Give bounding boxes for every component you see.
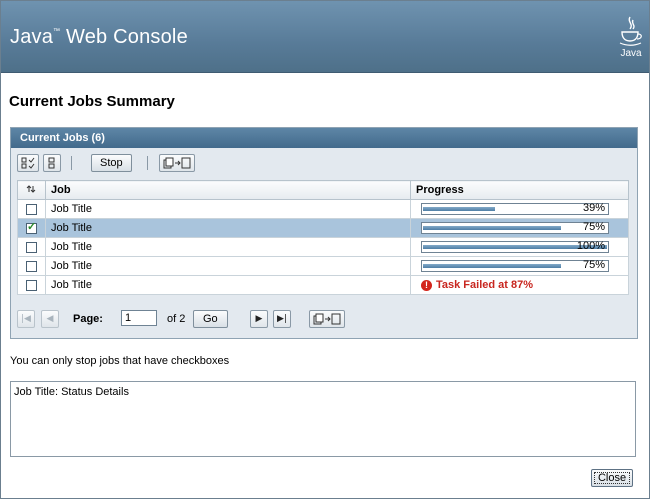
job-title-cell: Job Title (45, 275, 411, 295)
progress-bar: 39% (421, 202, 609, 215)
progress-bar: 100% (421, 240, 609, 253)
row-checkbox[interactable] (26, 203, 37, 215)
jobs-table-panel: Current Jobs (6) Stop Job Progress Job T… (10, 127, 638, 339)
java-logo-text: Java (620, 48, 642, 59)
job-column-header[interactable]: Job (45, 180, 411, 200)
page-number-input[interactable] (121, 310, 157, 326)
trademark: ™ (53, 28, 61, 35)
row-select-cell (17, 237, 46, 257)
progress-bar: 75% (421, 259, 609, 272)
app-name: Java (10, 26, 54, 48)
pagination: |◀ ◀ Page: of 2 Go ▶ ▶| (17, 310, 629, 332)
java-logo-icon: Java (619, 16, 642, 59)
previous-page-button[interactable]: ◀ (41, 310, 59, 328)
progress-column-header[interactable]: Progress (410, 180, 629, 200)
task-failed-status: ! Task Failed at 87% (421, 279, 628, 291)
progress-cell: 100% (410, 237, 629, 257)
row-select-cell (17, 275, 46, 295)
banner: Java™ Web Console Java (1, 1, 649, 73)
table-row[interactable]: Job Title! Task Failed at 87% (17, 275, 629, 295)
page-title: Current Jobs Summary (9, 93, 175, 110)
pagination-toggle-icon (313, 313, 341, 324)
row-select-cell (17, 199, 46, 219)
row-checkbox[interactable] (26, 220, 37, 234)
row-checkbox[interactable] (26, 241, 37, 253)
page-label: Page: (73, 313, 103, 325)
sort-icon (26, 184, 36, 193)
progress-percent: 39% (582, 202, 605, 214)
pagination-toggle-button-bottom[interactable] (309, 310, 345, 328)
app-suffix: Web Console (60, 26, 188, 48)
table-header-row: Job Progress (17, 180, 629, 200)
progress-percent: 100% (576, 240, 605, 252)
action-separator (147, 156, 148, 170)
pagination-toggle-button[interactable] (159, 154, 195, 172)
deselect-all-button[interactable] (43, 154, 61, 172)
job-title-cell: Job Title (45, 237, 411, 257)
stop-button[interactable]: Stop (91, 154, 132, 172)
jobs-table: Job Progress Job Title39%Job Title75%Job… (17, 180, 629, 295)
app-title: Java™ Web Console (10, 26, 188, 49)
go-button[interactable]: Go (193, 310, 228, 328)
row-checkbox[interactable] (26, 260, 37, 272)
close-button[interactable]: Close (591, 469, 633, 487)
error-icon: ! (421, 279, 432, 291)
page-count-label: of 2 (167, 313, 186, 325)
task-failed-text: Task Failed at 87% (436, 279, 534, 291)
stop-jobs-note: You can only stop jobs that have checkbo… (10, 355, 230, 367)
progress-bar: 75% (421, 221, 609, 234)
sort-column-header[interactable] (17, 180, 46, 200)
progress-cell: ! Task Failed at 87% (410, 275, 629, 295)
table-row[interactable]: Job Title 100% (17, 237, 629, 257)
progress-percent: 75% (582, 221, 605, 233)
action-separator (71, 156, 72, 170)
table-row[interactable]: Job Title 75% (17, 256, 629, 276)
progress-percent: 75% (582, 259, 605, 271)
progress-fill (423, 264, 561, 268)
first-page-button[interactable]: |◀ (17, 310, 35, 328)
deselect-all-icon (48, 157, 55, 168)
job-title-cell: Job Title (45, 218, 411, 238)
progress-cell: 75% (410, 256, 629, 276)
table-row[interactable]: Job Title 75% (17, 218, 629, 238)
table-caption: Current Jobs (6) (11, 128, 637, 148)
row-select-cell (17, 218, 46, 238)
jobs-table-body: Job Title39%Job Title75%Job Title100%Job… (17, 199, 629, 295)
progress-fill (423, 226, 561, 230)
status-details-textarea[interactable]: Job Title: Status Details (10, 381, 636, 457)
select-all-icon (21, 157, 35, 169)
progress-fill (423, 207, 495, 211)
progress-cell: 75% (410, 218, 629, 238)
row-select-cell (17, 256, 46, 276)
next-page-button[interactable]: ▶ (250, 310, 268, 328)
job-title-cell: Job Title (45, 256, 411, 276)
last-page-button[interactable]: ▶| (273, 310, 291, 328)
table-row[interactable]: Job Title 39% (17, 199, 629, 219)
row-checkbox[interactable] (26, 279, 37, 291)
progress-cell: 39% (410, 199, 629, 219)
select-all-button[interactable] (17, 154, 39, 172)
pagination-toggle-icon (163, 157, 191, 168)
job-title-cell: Job Title (45, 199, 411, 219)
